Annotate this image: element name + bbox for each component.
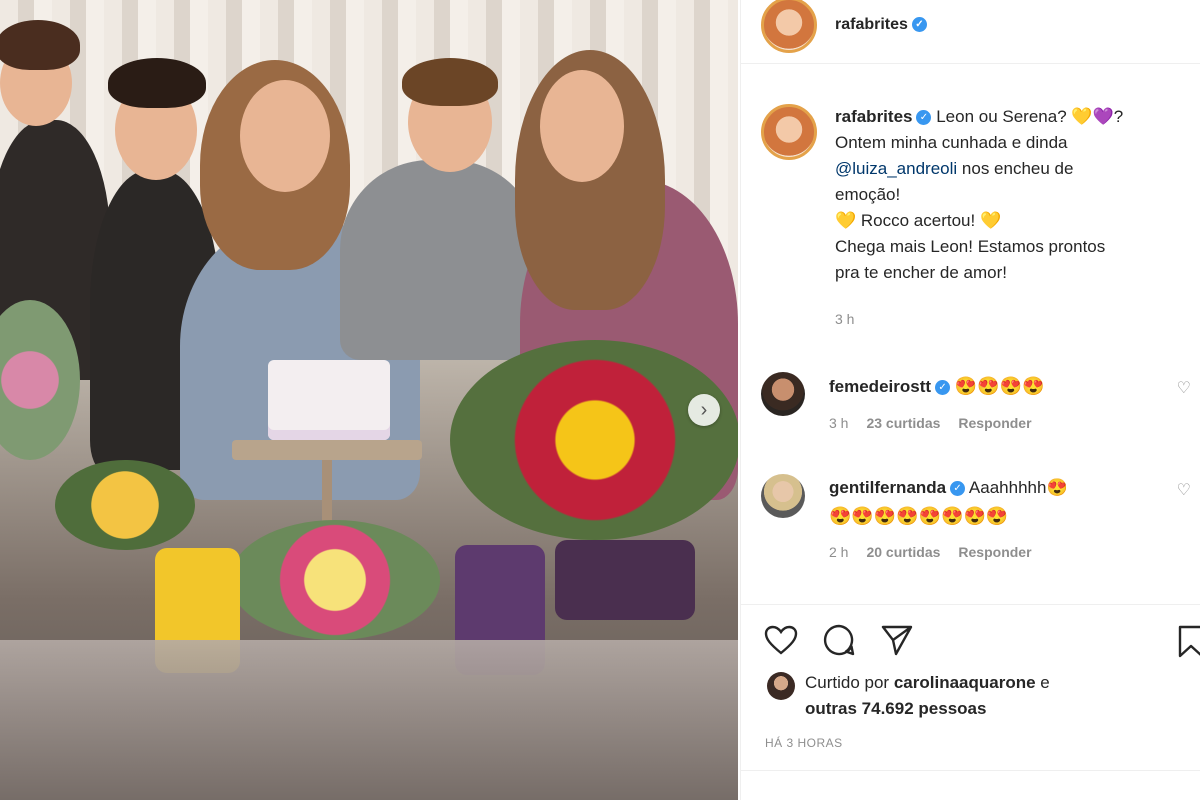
post-header: rafabrites ✓ — [741, 0, 1200, 64]
mention-link[interactable]: @luiza_andreoli — [835, 159, 957, 178]
head-woman-center — [240, 80, 330, 192]
likes-count-link[interactable]: outras 74.692 pessoas — [805, 696, 1050, 722]
comment-time: 3 h — [829, 415, 849, 431]
comment: gentilfernanda ✓ Aaahhhhh😍 😍😍😍😍😍😍😍😍 2 h 2… — [761, 474, 1191, 566]
caption-text-line: pra te encher de amor! — [835, 263, 1007, 282]
comment-avatar[interactable] — [761, 372, 805, 416]
like-heart-icon[interactable] — [763, 622, 799, 658]
comment-likes-link[interactable]: 20 curtidas — [866, 538, 940, 566]
caption-text-line: 💛 Rocco acertou! 💛 — [835, 211, 1002, 230]
share-paper-plane-icon[interactable] — [879, 622, 915, 658]
hair-boy-left — [0, 20, 80, 70]
caption-text-line: Chega mais Leon! Estamos prontos — [835, 237, 1106, 256]
flowers-right — [450, 340, 738, 540]
head-woman-right — [540, 70, 624, 182]
next-photo-button[interactable]: › — [688, 394, 720, 426]
comment-like-heart-icon[interactable]: ♡ — [1177, 480, 1191, 500]
flowers-left — [55, 460, 195, 550]
liker-avatar[interactable] — [767, 672, 795, 700]
post-caption: rafabrites ✓ Leon ou Serena? 💛💜? Ontem mi… — [761, 104, 1191, 332]
likes-prefix: Curtido por — [805, 673, 890, 692]
post-timestamp: HÁ 3 HORAS — [765, 736, 843, 750]
vase-purple — [555, 540, 695, 620]
comment-avatar[interactable] — [761, 474, 805, 518]
comment-bubble-icon[interactable] — [821, 622, 857, 658]
glass-table — [0, 640, 738, 800]
caption-text-line: Leon ou Serena? 💛💜? — [936, 107, 1124, 126]
verified-badge-icon: ✓ — [911, 16, 927, 32]
birthday-cake — [268, 360, 390, 440]
verified-badge-icon: ✓ — [950, 481, 966, 497]
caption-avatar[interactable] — [761, 104, 817, 160]
person-boy-center — [340, 160, 540, 360]
post-side-panel: rafabrites ✓ rafabrites ✓ Leon ou Serena? … — [740, 0, 1200, 800]
comment-username[interactable]: femedeirostt — [829, 377, 931, 396]
comment-username[interactable]: gentilfernanda — [829, 478, 946, 497]
reply-button[interactable]: Responder — [958, 538, 1031, 566]
comment-meta: 3 h 23 curtidas Responder — [829, 409, 1191, 437]
verified-badge-icon: ✓ — [916, 110, 932, 126]
caption-body: rafabrites ✓ Leon ou Serena? 💛💜? Ontem mi… — [835, 104, 1123, 332]
comment-text: 😍😍😍😍 — [954, 376, 1045, 396]
divider — [741, 770, 1200, 771]
caption-text-line: nos encheu de — [961, 159, 1074, 178]
cake-stand — [232, 440, 422, 460]
caption-time: 3 h — [835, 311, 855, 327]
comment: femedeirostt ✓ 😍😍😍😍 3 h 23 curtidas Respo… — [761, 372, 1191, 437]
flowers-center — [230, 520, 440, 640]
caption-text-line: Ontem minha cunhada e dinda — [835, 133, 1068, 152]
caption-username[interactable]: rafabrites — [835, 107, 912, 126]
comment-text-line2: 😍😍😍😍😍😍😍😍 — [829, 506, 1009, 526]
post-actions-bar — [741, 604, 1200, 674]
author-username[interactable]: rafabrites ✓ — [835, 16, 927, 34]
author-avatar[interactable] — [761, 0, 817, 53]
verified-badge-icon: ✓ — [935, 380, 951, 396]
liker-username[interactable]: carolinaaquarone — [894, 673, 1036, 692]
comment-text: Aaahhhhh😍 — [968, 478, 1068, 497]
comment-body: femedeirostt ✓ 😍😍😍😍 3 h 23 curtidas Respo… — [829, 372, 1191, 437]
comment-body: gentilfernanda ✓ Aaahhhhh😍 😍😍😍😍😍😍😍😍 2 h 2… — [829, 474, 1191, 566]
likes-summary: Curtido por carolinaaquarone e outras 74… — [767, 670, 1050, 722]
hair-boy-center — [402, 58, 498, 106]
hair-man — [108, 58, 206, 108]
comment-meta: 2 h 20 curtidas Responder — [829, 538, 1191, 566]
chevron-right-icon: › — [700, 398, 708, 421]
comment-time: 2 h — [829, 544, 849, 560]
instagram-post-view: › rafabrites ✓ rafabrites ✓ Leon ou Serena… — [0, 0, 1200, 800]
likes-text: Curtido por carolinaaquarone e outras 74… — [805, 670, 1050, 722]
comment-like-heart-icon[interactable]: ♡ — [1177, 378, 1191, 398]
post-photo[interactable]: › — [0, 0, 738, 800]
comment-likes-link[interactable]: 23 curtidas — [866, 409, 940, 437]
caption-text-line: emoção! — [835, 185, 901, 204]
likes-conj: e — [1040, 673, 1050, 692]
reply-button[interactable]: Responder — [958, 409, 1031, 437]
save-bookmark-icon[interactable] — [1173, 623, 1200, 659]
